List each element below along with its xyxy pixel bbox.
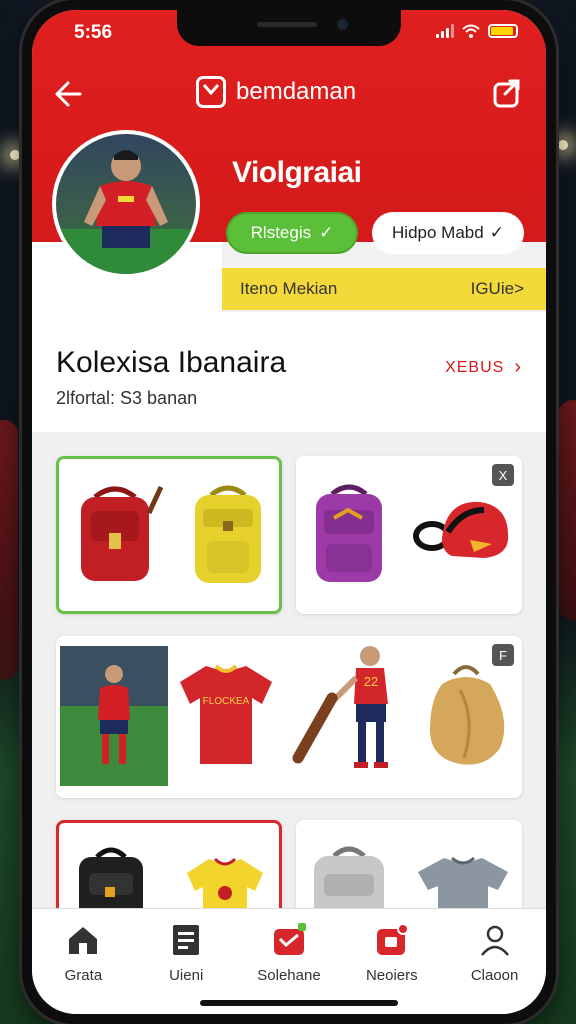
bottom-tab-bar: Grata Uieni Solehane Neoiers Claoon xyxy=(32,908,546,1014)
phone-notch xyxy=(177,10,401,46)
tag-icon[interactable]: X xyxy=(492,464,514,486)
stadium-light xyxy=(558,140,568,150)
check-icon: ✓ xyxy=(489,223,504,242)
status-time: 5:56 xyxy=(74,22,113,43)
yellow-backpack-image xyxy=(195,485,261,583)
ball-bag-image xyxy=(430,665,505,765)
red-backpack-image xyxy=(81,485,163,581)
product-card-team-kit[interactable]: F FLOCKEA 22 xyxy=(56,636,522,798)
follow-button-label: Rlstegis xyxy=(250,223,312,242)
collection-subtitle: 2lfortal: S3 banan xyxy=(56,388,198,408)
shop-bag-icon xyxy=(273,923,306,955)
red-jersey-image: FLOCKEA xyxy=(180,664,272,764)
player-with-bat-image: 22 xyxy=(292,646,388,768)
product-grid: X F FLOCKEA 22 xyxy=(32,432,546,930)
avatar[interactable] xyxy=(52,130,200,278)
home-icon xyxy=(69,927,98,954)
speaker-grill xyxy=(257,22,317,27)
tab-label: Uieni xyxy=(169,967,204,984)
front-camera xyxy=(337,19,348,30)
notification-icon xyxy=(376,923,409,955)
purple-backpack-image xyxy=(316,484,382,582)
tab-profile[interactable]: Claoon xyxy=(443,909,546,1014)
phone-frame: 5:56 bemdaman Violgraiai Rlstegis ✓ Hidp… xyxy=(22,0,556,1024)
brand: bemdaman xyxy=(196,76,356,108)
status-icons xyxy=(436,24,518,38)
tab-label: Claoon xyxy=(470,967,519,984)
message-button[interactable]: Hidpo Mabd ✓ xyxy=(372,212,524,254)
background-player xyxy=(0,420,18,680)
check-icon: ✓ xyxy=(319,223,334,242)
brand-name: bemdaman xyxy=(236,78,357,105)
app-screen: 5:56 bemdaman Violgraiai Rlstegis ✓ Hidp… xyxy=(32,10,546,1014)
battery-icon xyxy=(488,24,518,38)
tab-home[interactable]: Grata xyxy=(32,909,135,1014)
profile-icon xyxy=(480,925,509,956)
banner-left-text: Iteno Mekian xyxy=(240,279,338,298)
stadium-light xyxy=(10,150,20,160)
chevron-right-icon: › xyxy=(514,356,522,378)
player-photo xyxy=(56,150,196,274)
brand-logo-icon xyxy=(196,76,226,108)
see-all-link[interactable]: XEBUS › xyxy=(445,356,522,379)
signal-icon xyxy=(436,24,454,38)
background-player xyxy=(558,400,576,620)
tab-label: Solehane xyxy=(257,967,321,984)
home-indicator[interactable] xyxy=(200,1000,398,1006)
follow-button[interactable]: Rlstegis ✓ xyxy=(226,212,358,254)
profile-name: Violgraiai xyxy=(232,156,362,189)
wifi-icon xyxy=(462,24,480,38)
info-banner[interactable]: Iteno Mekian IGUie> xyxy=(222,268,546,310)
share-icon[interactable] xyxy=(490,76,524,110)
product-card-backpacks[interactable] xyxy=(56,456,282,614)
helmet-image xyxy=(413,501,509,558)
banner-right-text: IGUie> xyxy=(470,279,524,298)
back-arrow-icon[interactable] xyxy=(50,74,90,114)
collection-header: Kolexisa Ibanaira 2lfortal: S3 banan XEB… xyxy=(32,312,546,432)
tab-notifications[interactable]: Neoiers xyxy=(340,909,443,1014)
tab-shop[interactable]: Solehane xyxy=(238,909,341,1014)
tab-documents[interactable]: Uieni xyxy=(135,909,238,1014)
collection-title: Kolexisa Ibanaira xyxy=(56,346,287,379)
document-icon xyxy=(173,925,200,955)
tab-label: Grata xyxy=(64,967,103,984)
player-number: 22 xyxy=(364,674,378,689)
see-all-label: XEBUS xyxy=(445,358,505,376)
message-button-label: Hidpo Mabd xyxy=(392,223,484,242)
product-card-gear[interactable]: X xyxy=(296,456,522,614)
player-photo-thumbnail xyxy=(60,646,168,786)
jersey-text: FLOCKEA xyxy=(203,696,250,707)
tab-label: Neoiers xyxy=(365,967,418,984)
